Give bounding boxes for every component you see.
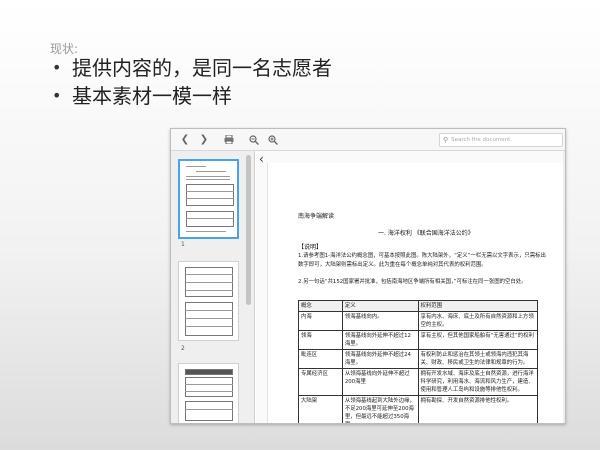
sidebar-scrollbar[interactable] xyxy=(246,155,251,305)
table-header-cell: 定义 xyxy=(341,300,419,312)
table-cell: 享有主权，但其他国家船舶有“无害通过”的权利 xyxy=(417,330,538,350)
bullet-list: • 提供内容的，是同一名志愿者 • 基本素材一模一样 xyxy=(52,54,332,110)
chevron-left-icon[interactable]: ❮ xyxy=(177,132,193,148)
search-input[interactable] xyxy=(451,134,552,146)
table-cell: 领海基线向内。 xyxy=(341,311,419,331)
bullet-dot-icon: • xyxy=(52,86,62,105)
thumbnail-page-number: 1 xyxy=(181,241,185,248)
table-cell: 享有内水、海床、底土及所有自然资源和上方领空的主权。 xyxy=(417,311,538,331)
bullet-item: • 提供内容的，是同一名志愿者 xyxy=(52,54,332,82)
document-search-box[interactable]: ⚲ xyxy=(439,133,563,147)
page-thumbnail[interactable] xyxy=(178,261,239,341)
doc-paragraph: 1.请参考图1-海洋法公约概念图，可基本按照此图。陈大陆架外，“定义”一栏无需以… xyxy=(298,253,546,268)
viewer-toolbar: ❮ ❯ ⚲ xyxy=(171,129,565,151)
table-row: 专属经济区 从领海基线向外延伸不超过200海里 拥有开发水域、海床及底土自然资源… xyxy=(298,368,538,396)
bullet-item: • 基本素材一模一样 xyxy=(52,82,332,110)
table-cell: 毗连区 xyxy=(298,349,343,369)
doc-table: 概念 定义 权利范围 内海 领海基线向内。 享有内水、海床、底土及所有自然资源和… xyxy=(298,300,538,423)
thumbnail-sidebar: 1 2 xyxy=(171,151,255,423)
zoom-out-icon[interactable] xyxy=(246,132,262,148)
table-header-cell: 权利范围 xyxy=(417,300,538,312)
search-icon: ⚲ xyxy=(443,136,449,144)
table-row: 内海 领海基线向内。 享有内水、海床、底土及所有自然资源和上方领空的主权。 xyxy=(298,311,538,331)
zoom-in-icon[interactable] xyxy=(265,132,281,148)
table-row: 毗连区 领海基线向外延伸不超过24海里。 有权利防止和惩治在其领土或领海内违犯其… xyxy=(298,349,538,369)
table-header-row: 概念 定义 权利范围 xyxy=(298,300,538,312)
bullet-dot-icon: • xyxy=(52,58,62,77)
table-cell: 拥有开发水域、海床及底土自然资源，进行海洋科学研究，利用海水、海流和风力生产，建… xyxy=(417,368,538,396)
collapse-sidebar-icon[interactable]: ‹ xyxy=(259,152,264,166)
table-cell: 有权利防止和惩治在其领土或领海内违犯其海关、财政、移民或卫生的法律和规章的行为。 xyxy=(417,349,538,369)
content-scrollbar[interactable] xyxy=(563,151,565,423)
table-cell: 拥有勘探、开发自然资源排他性权利。 xyxy=(417,395,538,423)
table-cell: 从领海基线起到大陆外边缘，不足200海里可延伸至200海里，但最远不能超过350… xyxy=(341,395,419,423)
table-cell: 领海 xyxy=(298,330,343,350)
doc-section-heading: 【说明】 xyxy=(298,244,323,251)
table-cell: 专属经济区 xyxy=(298,368,343,396)
table-cell: 大陆架 xyxy=(298,395,343,423)
table-row: 领海 领海基线向外延伸不超过12海里。 享有主权，但其他国家船舶有“无害通过”的… xyxy=(298,330,538,350)
page-thumbnail[interactable] xyxy=(178,363,239,423)
doc-title: 南海争端解读 xyxy=(298,213,335,220)
table-cell: 领海基线向外延伸不超过12海里。 xyxy=(341,330,419,350)
printer-icon[interactable] xyxy=(221,132,237,148)
table-cell: 内海 xyxy=(298,311,343,331)
doc-paragraph: 2.另一句话“共152国家署并批准，包括南海地区争端所有相关国，”可标注在同一张… xyxy=(298,279,527,285)
bullet-text: 提供内容的，是同一名志愿者 xyxy=(72,56,332,80)
table-row: 大陆架 从领海基线起到大陆外边缘，不足200海里可延伸至200海里，但最远不能超… xyxy=(298,395,538,423)
document-content-area: ‹ 南海争端解读 一. 海洋权利 《联合国海洋法公约》 【说明】 1.请参考图1… xyxy=(256,151,565,423)
document-page: 南海争端解读 一. 海洋权利 《联合国海洋法公约》 【说明】 1.请参考图1-海… xyxy=(267,163,565,423)
document-viewer-window: ❮ ❯ ⚲ 1 xyxy=(170,128,566,424)
table-cell: 领海基线向外延伸不超过24海里。 xyxy=(341,349,419,369)
page-thumbnail[interactable] xyxy=(178,159,239,239)
chevron-right-icon[interactable]: ❯ xyxy=(196,132,212,148)
table-cell: 从领海基线向外延伸不超过200海里 xyxy=(341,368,419,396)
thumbnail-page-number: 2 xyxy=(181,345,185,352)
doc-subtitle: 一. 海洋权利 《联合国海洋法公约》 xyxy=(378,230,474,237)
bullet-text: 基本素材一模一样 xyxy=(72,84,232,108)
table-header-cell: 概念 xyxy=(298,300,343,312)
